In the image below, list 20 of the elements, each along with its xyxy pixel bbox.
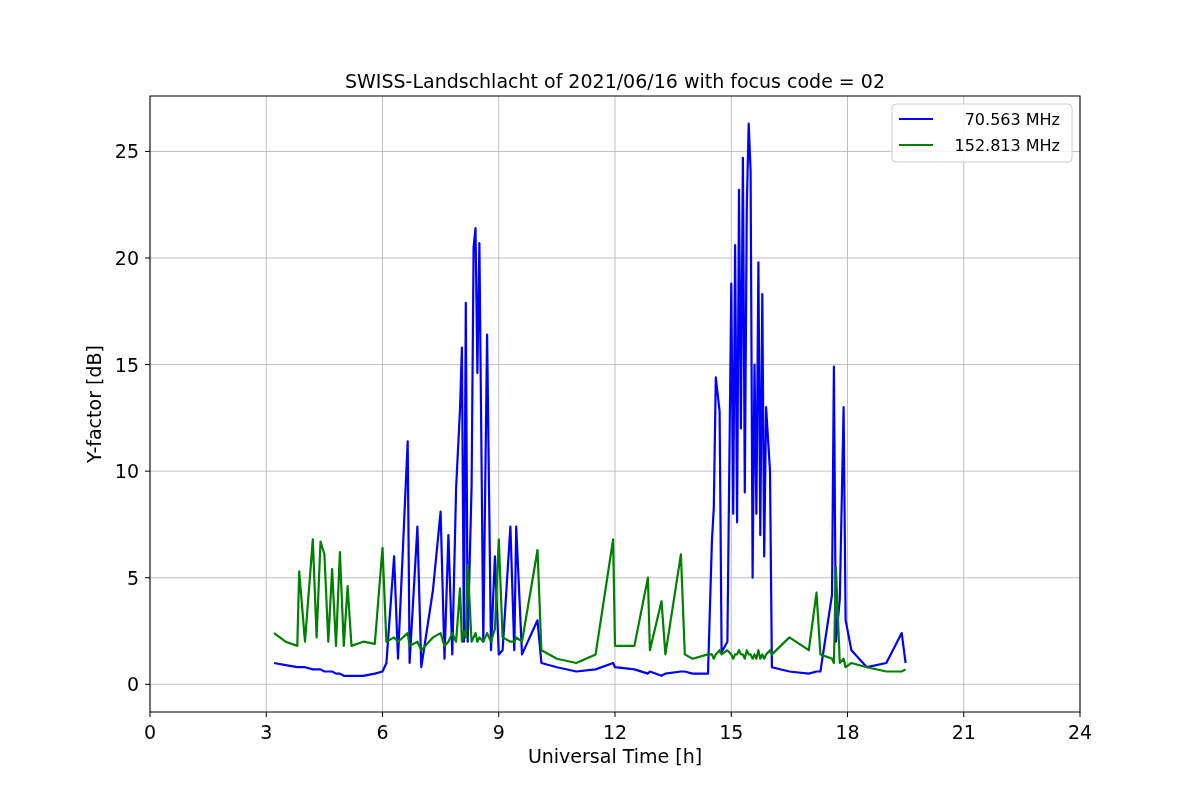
tick-label: 0 — [126, 673, 139, 696]
tick-label: 0 — [143, 721, 157, 743]
tick-label: 5 — [126, 566, 139, 589]
tick-label: 25 — [114, 140, 139, 163]
tick-label: 18 — [835, 721, 860, 743]
tick-label: 9 — [492, 721, 505, 743]
tick-label: 6 — [376, 721, 389, 743]
tick-label: 24 — [1067, 721, 1093, 743]
legend-label: 152.813 MHz — [954, 136, 1060, 155]
tick-label: 15 — [114, 353, 139, 376]
tick-label: 10 — [114, 460, 139, 483]
tick-label: 3 — [260, 721, 273, 743]
axis-label: Y-factor [dB] — [83, 345, 105, 463]
tick-label: 15 — [719, 721, 744, 743]
tick-label: 21 — [951, 721, 976, 743]
axis-label: Universal Time [h] — [527, 745, 703, 767]
legend-label: 70.563 MHz — [964, 110, 1060, 129]
tick-label: 20 — [114, 247, 139, 269]
tick-label: 12 — [602, 721, 628, 743]
chart-title: SWISS-Landschlacht of 2021/06/16 with focus code = 02 — [345, 70, 885, 92]
